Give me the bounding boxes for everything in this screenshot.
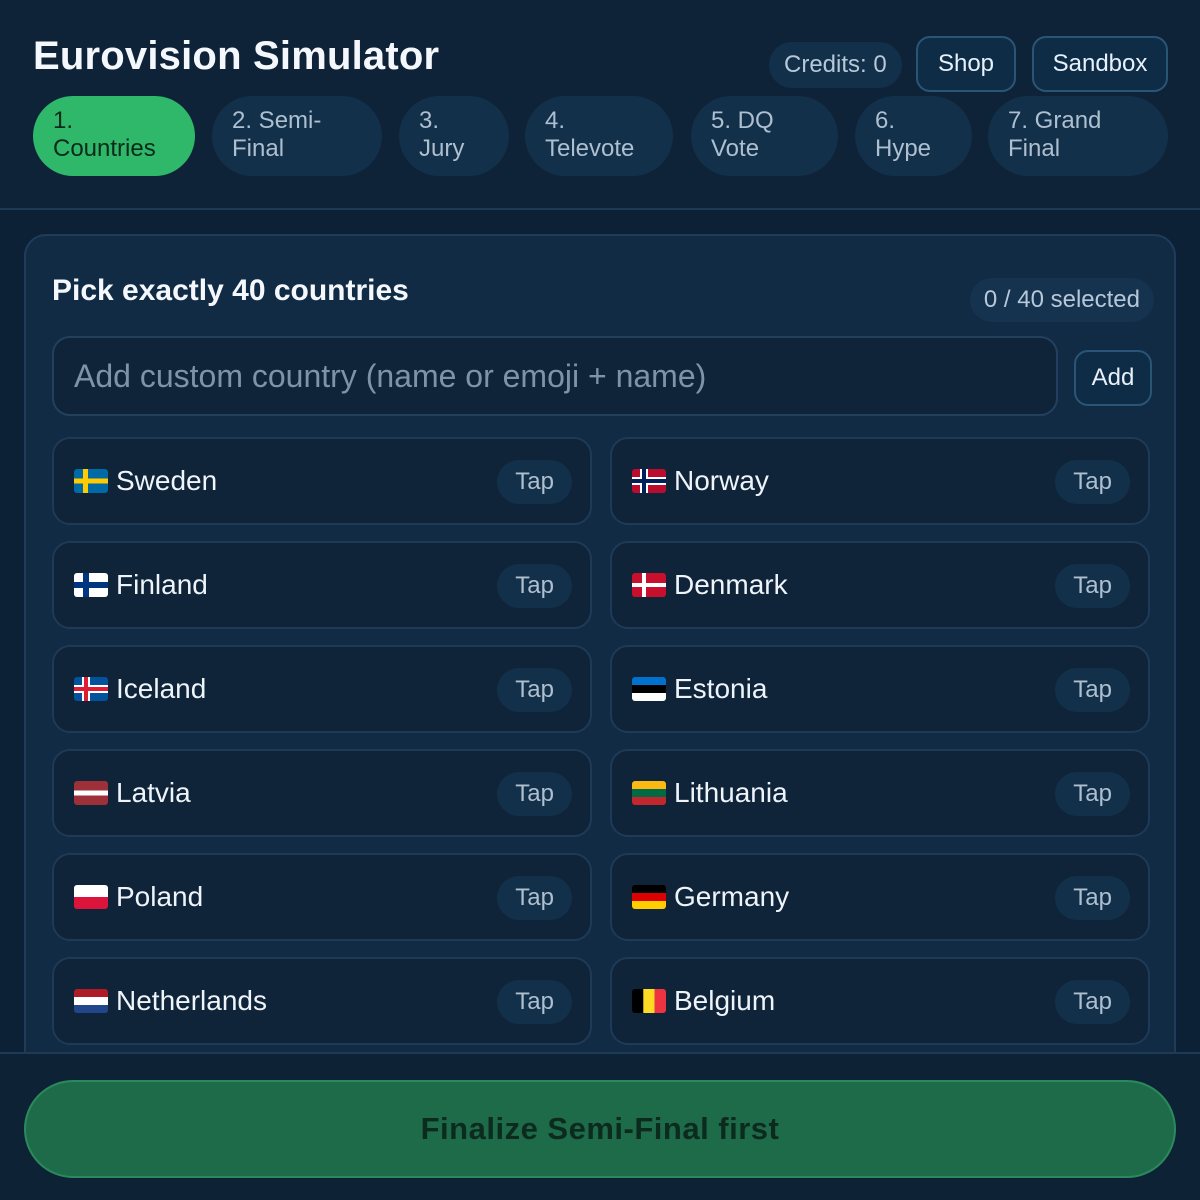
step-tab-hype[interactable]: 6. Hype <box>855 96 972 176</box>
denmark-flag-icon <box>632 573 666 597</box>
footer-bar: Finalize Semi-Final first <box>0 1052 1200 1200</box>
estonia-flag-icon <box>632 677 666 701</box>
country-name: Denmark <box>674 569 788 600</box>
belgium-flag-icon <box>632 989 666 1013</box>
germany-flag-icon <box>632 885 666 909</box>
tap-button[interactable]: Tap <box>497 980 572 1024</box>
latvia-flag-icon <box>74 781 108 805</box>
panel-title: Pick exactly 40 countries <box>52 274 409 307</box>
step-tab-televote[interactable]: 4. Televote <box>525 96 673 176</box>
country-card-latvia[interactable]: Latvia Tap <box>52 749 592 837</box>
finalize-button[interactable]: Finalize Semi-Final first <box>24 1080 1176 1178</box>
tap-button[interactable]: Tap <box>497 564 572 608</box>
custom-country-input[interactable] <box>52 336 1058 416</box>
credits-badge: Credits: 0 <box>769 42 902 88</box>
app-title: Eurovision Simulator <box>33 34 440 78</box>
country-name: Latvia <box>116 777 191 808</box>
country-name: Poland <box>116 881 204 912</box>
header: Eurovision Simulator Credits: 0 Shop San… <box>0 0 1200 210</box>
country-name: Netherlands <box>116 985 267 1016</box>
step-tab-jury[interactable]: 3. Jury <box>399 96 509 176</box>
country-card-poland[interactable]: Poland Tap <box>52 853 592 941</box>
netherlands-flag-icon <box>74 989 108 1013</box>
tap-button[interactable]: Tap <box>497 772 572 816</box>
tap-button[interactable]: Tap <box>1055 980 1130 1024</box>
country-name: Belgium <box>674 985 776 1016</box>
tap-button[interactable]: Tap <box>1055 876 1130 920</box>
country-picker-panel: Pick exactly 40 countries 0 / 40 selecte… <box>24 234 1176 1114</box>
country-name: Estonia <box>674 673 768 704</box>
step-tab-grand-final[interactable]: 7. Grand Final <box>988 96 1168 176</box>
sweden-flag-icon <box>74 469 108 493</box>
lithuania-flag-icon <box>632 781 666 805</box>
country-name: Finland <box>116 569 208 600</box>
step-tab-semi-final[interactable]: 2. Semi- Final <box>212 96 382 176</box>
country-card-denmark[interactable]: Denmark Tap <box>610 541 1150 629</box>
shop-button[interactable]: Shop <box>916 36 1016 92</box>
country-card-germany[interactable]: Germany Tap <box>610 853 1150 941</box>
country-name: Norway <box>674 465 769 496</box>
iceland-flag-icon <box>74 677 108 701</box>
selected-count-badge: 0 / 40 selected <box>969 278 1154 322</box>
country-name: Lithuania <box>674 777 788 808</box>
poland-flag-icon <box>74 885 108 909</box>
country-card-netherlands[interactable]: Netherlands Tap <box>52 957 592 1045</box>
tap-button[interactable]: Tap <box>1055 564 1130 608</box>
tap-button[interactable]: Tap <box>1055 460 1130 504</box>
country-card-iceland[interactable]: Iceland Tap <box>52 645 592 733</box>
add-country-button[interactable]: Add <box>1074 350 1152 406</box>
tap-button[interactable]: Tap <box>1055 668 1130 712</box>
country-card-norway[interactable]: Norway Tap <box>610 437 1150 525</box>
country-card-estonia[interactable]: Estonia Tap <box>610 645 1150 733</box>
step-tab-countries[interactable]: 1. Countries <box>33 96 195 176</box>
finland-flag-icon <box>74 573 108 597</box>
country-name: Sweden <box>116 465 218 496</box>
country-name: Germany <box>674 881 790 912</box>
sandbox-button[interactable]: Sandbox <box>1032 36 1168 92</box>
norway-flag-icon <box>632 469 666 493</box>
tap-button[interactable]: Tap <box>497 876 572 920</box>
tap-button[interactable]: Tap <box>497 668 572 712</box>
country-name: Iceland <box>116 673 207 704</box>
app-root: Eurovision Simulator Credits: 0 Shop San… <box>0 0 1200 1200</box>
country-card-lithuania[interactable]: Lithuania Tap <box>610 749 1150 837</box>
tap-button[interactable]: Tap <box>497 460 572 504</box>
country-card-sweden[interactable]: Sweden Tap <box>52 437 592 525</box>
step-tab-dq-vote[interactable]: 5. DQ Vote <box>691 96 838 176</box>
country-card-belgium[interactable]: Belgium Tap <box>610 957 1150 1045</box>
country-card-finland[interactable]: Finland Tap <box>52 541 592 629</box>
tap-button[interactable]: Tap <box>1055 772 1130 816</box>
